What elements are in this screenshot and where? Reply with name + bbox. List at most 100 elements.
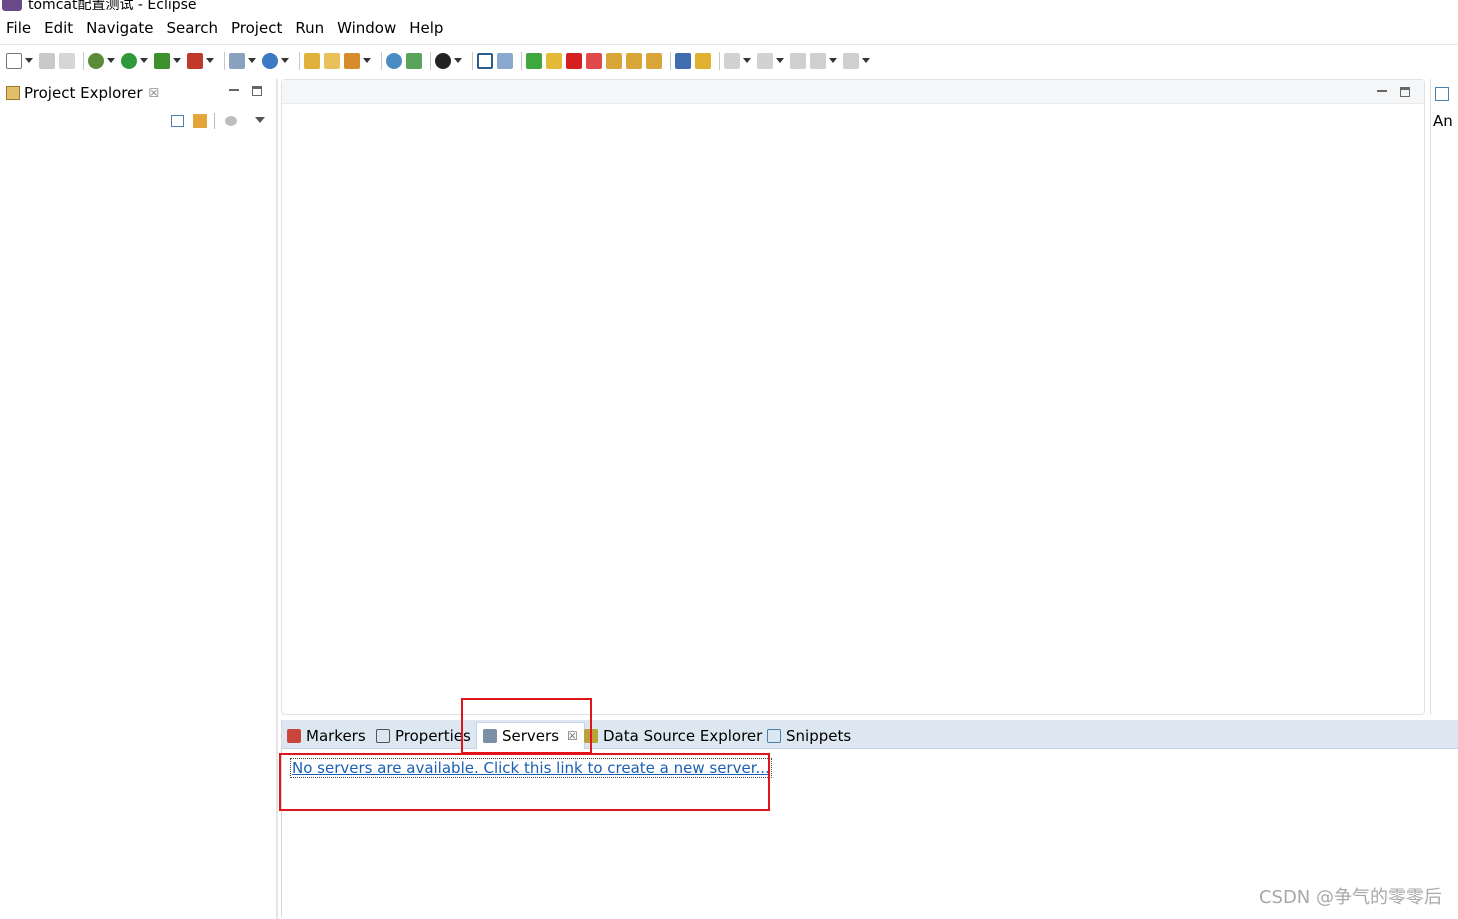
filters-icon[interactable] bbox=[225, 116, 237, 126]
project-explorer-label: Project Explorer bbox=[24, 84, 143, 102]
tab-markers[interactable]: Markers bbox=[287, 722, 366, 749]
new-server-button[interactable] bbox=[229, 51, 258, 71]
save-button[interactable] bbox=[39, 51, 55, 71]
globe-icon bbox=[386, 53, 402, 69]
run-button[interactable] bbox=[121, 51, 150, 71]
menu-window[interactable]: Window bbox=[337, 19, 396, 37]
step-into-button[interactable] bbox=[606, 51, 622, 71]
menu-navigate[interactable]: Navigate bbox=[86, 19, 153, 37]
toolbar-separator bbox=[430, 52, 431, 70]
annotation-button[interactable] bbox=[695, 51, 711, 71]
project-explorer-view: Project Explorer ☒ bbox=[0, 79, 278, 919]
terminate-button[interactable] bbox=[566, 51, 582, 71]
properties-icon bbox=[376, 729, 390, 743]
next-annotation-icon bbox=[724, 53, 740, 69]
skip-breakpoints-icon bbox=[497, 53, 513, 69]
skip-breakpoints-button[interactable] bbox=[497, 51, 513, 71]
close-icon[interactable]: ☒ bbox=[149, 86, 160, 100]
step-into-icon bbox=[606, 53, 622, 69]
menu-project[interactable]: Project bbox=[231, 19, 282, 37]
suspend-button[interactable] bbox=[546, 51, 562, 71]
editor-header bbox=[282, 80, 1424, 104]
save-all-button[interactable] bbox=[59, 51, 75, 71]
toolbar-separator bbox=[224, 52, 225, 70]
folder-open-icon bbox=[304, 53, 320, 69]
arrow-right-icon bbox=[843, 53, 859, 69]
last-edit-icon bbox=[790, 53, 806, 69]
tab-data-source-explorer[interactable]: Data Source Explorer bbox=[584, 722, 762, 749]
tab-label: Markers bbox=[306, 727, 366, 745]
menu-search[interactable]: Search bbox=[166, 19, 218, 37]
maximize-icon[interactable] bbox=[1400, 87, 1410, 97]
highlight-servers-tab bbox=[461, 698, 592, 754]
project-explorer-icon bbox=[6, 86, 20, 100]
maximize-icon[interactable] bbox=[252, 86, 262, 96]
minimize-icon[interactable] bbox=[1377, 86, 1387, 92]
menu-run[interactable]: Run bbox=[295, 19, 324, 37]
tasks-icon bbox=[675, 53, 691, 69]
resume-button[interactable] bbox=[526, 51, 542, 71]
highlight-create-server-link bbox=[279, 753, 770, 811]
launch-button[interactable] bbox=[344, 51, 373, 71]
console-button[interactable] bbox=[477, 51, 493, 71]
forward-button[interactable] bbox=[843, 51, 872, 71]
monitor-icon bbox=[477, 53, 493, 69]
tab-snippets[interactable]: Snippets bbox=[767, 722, 851, 749]
toolbar-separator bbox=[214, 113, 215, 129]
coverage-icon bbox=[154, 53, 170, 69]
new-web-button[interactable] bbox=[262, 51, 291, 71]
menu-bar: File Edit Navigate Search Project Run Wi… bbox=[0, 16, 1458, 40]
menu-file[interactable]: File bbox=[6, 19, 31, 37]
outline-view: An bbox=[1430, 79, 1458, 715]
debug-button[interactable] bbox=[88, 51, 117, 71]
window-title: tomcat配置测试 - Eclipse bbox=[28, 0, 197, 14]
stop-icon bbox=[566, 53, 582, 69]
step-over-button[interactable] bbox=[626, 51, 642, 71]
annotation-icon bbox=[695, 53, 711, 69]
new-button[interactable] bbox=[6, 51, 35, 71]
last-edit-button[interactable] bbox=[790, 51, 806, 71]
arrow-left-icon bbox=[810, 53, 826, 69]
toolbar-separator bbox=[670, 52, 671, 70]
main-toolbar bbox=[0, 44, 1458, 76]
step-over-icon bbox=[626, 53, 642, 69]
tab-project-explorer[interactable]: Project Explorer ☒ bbox=[2, 81, 163, 105]
tasks-button[interactable] bbox=[675, 51, 691, 71]
run-icon bbox=[121, 53, 137, 69]
bottom-tab-bar: Markers Properties Servers ☒ Data Source… bbox=[282, 720, 1458, 749]
step-return-button[interactable] bbox=[646, 51, 662, 71]
view-menu-icon[interactable] bbox=[255, 117, 265, 123]
perspective-button[interactable] bbox=[435, 51, 464, 71]
watermark: CSDN @争气的零零后 bbox=[1259, 883, 1442, 909]
web-icon bbox=[262, 53, 278, 69]
toolbar-separator bbox=[521, 52, 522, 70]
markers-icon bbox=[287, 729, 301, 743]
outline-icon[interactable] bbox=[1435, 87, 1449, 101]
open-resource-button[interactable] bbox=[324, 51, 340, 71]
external-tools-button[interactable] bbox=[187, 51, 216, 71]
toolbar-separator bbox=[299, 52, 300, 70]
bug-icon bbox=[88, 53, 104, 69]
toolbar-separator bbox=[83, 52, 84, 70]
title-bar: tomcat配置测试 - Eclipse bbox=[0, 0, 1458, 14]
menu-edit[interactable]: Edit bbox=[44, 19, 73, 37]
tab-label: Data Source Explorer bbox=[603, 727, 762, 745]
tab-properties[interactable]: Properties bbox=[376, 722, 471, 749]
globe-button[interactable] bbox=[386, 51, 402, 71]
open-type-button[interactable] bbox=[304, 51, 320, 71]
link-with-editor-icon[interactable] bbox=[193, 114, 207, 128]
editor-area[interactable] bbox=[281, 79, 1425, 715]
coverage-button[interactable] bbox=[154, 51, 183, 71]
outline-hint-text: An bbox=[1433, 112, 1453, 130]
external-tools-icon bbox=[187, 53, 203, 69]
prev-annotation-button[interactable] bbox=[757, 51, 786, 71]
minimize-icon[interactable] bbox=[229, 85, 239, 91]
next-annotation-button[interactable] bbox=[724, 51, 753, 71]
collapse-all-icon[interactable] bbox=[171, 115, 184, 127]
tab-label: Snippets bbox=[786, 727, 851, 745]
step-return-icon bbox=[646, 53, 662, 69]
menu-help[interactable]: Help bbox=[409, 19, 443, 37]
disconnect-button[interactable] bbox=[586, 51, 602, 71]
back-button[interactable] bbox=[810, 51, 839, 71]
sync-button[interactable] bbox=[406, 51, 422, 71]
